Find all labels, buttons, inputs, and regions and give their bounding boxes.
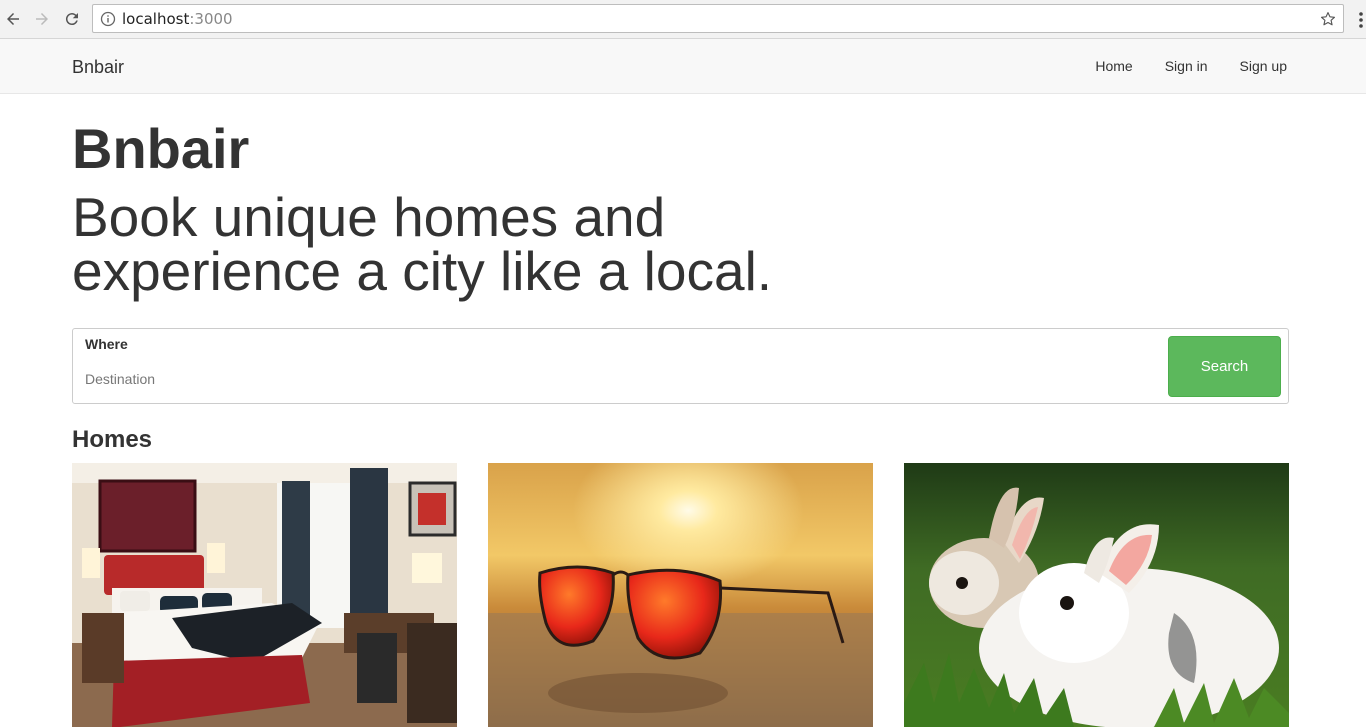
search-button[interactable]: Search [1168,336,1281,397]
home-card[interactable] [72,463,457,727]
navbar-links: Home Sign in Sign up [1063,58,1287,74]
address-bar[interactable]: localhost:3000 [92,4,1344,33]
search-form: Where Search [72,328,1289,404]
star-icon[interactable] [1319,10,1337,28]
info-icon[interactable] [100,11,116,27]
url-text: localhost:3000 [122,11,233,27]
destination-input[interactable] [85,367,1145,391]
forward-icon[interactable] [31,8,53,30]
nav-link-sign-up[interactable]: Sign up [1240,58,1287,74]
browser-toolbar: localhost:3000 [0,0,1366,39]
url-port: :3000 [189,10,233,28]
home-card[interactable] [488,463,873,727]
nav-link-sign-in[interactable]: Sign in [1165,58,1208,74]
url-host: localhost [122,10,190,28]
hero-subtitle: Book unique homes and experience a city … [72,186,773,302]
home-card[interactable] [904,463,1289,727]
reload-icon[interactable] [61,8,83,30]
hotel-bedroom-photo [72,463,457,727]
back-icon[interactable] [2,8,24,30]
sunglasses-beach-sunset-photo [488,463,873,727]
hero-title: Bnbair [72,117,250,180]
navbar: Bnbair Home Sign in Sign up [0,39,1366,94]
navbar-brand[interactable]: Bnbair [72,56,124,78]
homes-heading: Homes [72,426,153,453]
nav-link-home[interactable]: Home [1095,58,1132,74]
more-vert-icon[interactable] [1356,10,1366,30]
bunnies-grass-photo [904,463,1289,727]
search-label: Where [85,336,128,352]
